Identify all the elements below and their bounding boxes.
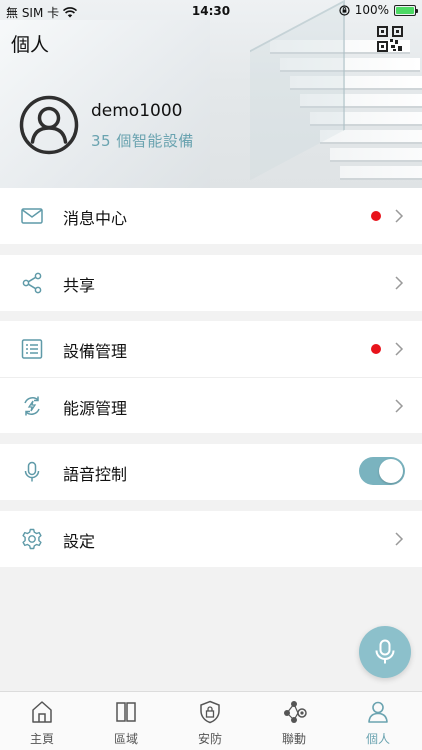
tab-personal[interactable]: 個人 [336,692,420,750]
menu-item-settings[interactable]: 設定 [0,511,422,567]
menu-item-device-management[interactable]: 設備管理 [0,321,422,377]
username: demo1000 [91,101,183,121]
battery-percent: 100% [354,3,389,17]
notification-badge [371,211,381,221]
chevron-right-icon [395,342,404,356]
tab-label: 區域 [113,732,138,746]
tab-label: 安防 [197,732,222,746]
tab-linkage[interactable]: 聯動 [252,692,336,750]
chevron-right-icon [395,532,404,546]
section-messages: 消息中心 [0,188,422,244]
list-icon [21,339,43,359]
orientation-lock-icon [339,4,350,16]
battery-icon [394,4,418,16]
section-voice: 語音控制 [0,444,422,500]
tab-label: 聯動 [281,732,306,746]
chevron-right-icon [395,399,404,413]
person-icon [368,701,388,723]
notification-badge [371,344,381,354]
section-settings: 設定 [0,511,422,567]
tab-label: 主頁 [29,732,54,746]
menu-item-share[interactable]: 共享 [0,255,422,311]
qr-code-icon[interactable] [377,26,403,52]
menu-item-label: 消息中心 [63,209,128,228]
security-shield-icon [200,700,220,724]
gear-icon [22,528,42,550]
section-management: 設備管理 能源管理 [0,321,422,433]
chevron-right-icon [395,276,404,290]
share-icon [22,272,42,294]
menu-item-voice-control: 語音控制 [0,444,422,500]
voice-control-toggle[interactable] [359,457,405,485]
tab-label: 個人 [365,732,390,746]
area-icon [116,702,136,722]
tab-bar: 主頁 區域 安防 聯動 個人 [0,691,422,750]
profile-header: 無 SIM 卡 14:30 100% 個人 demo1000 35 個智能設備 [0,0,422,188]
avatar[interactable] [19,95,79,155]
menu-item-message-center[interactable]: 消息中心 [0,188,422,244]
page-title: 個人 [11,34,50,56]
tab-area[interactable]: 區域 [84,692,168,750]
chevron-right-icon [395,209,404,223]
menu-item-label: 設備管理 [63,342,128,361]
mail-icon [21,208,43,224]
tab-security[interactable]: 安防 [168,692,252,750]
status-bar: 無 SIM 卡 14:30 100% [0,0,422,22]
energy-icon [24,396,40,416]
menu-item-label: 共享 [63,276,96,295]
voice-assistant-button[interactable] [359,626,411,678]
tab-home[interactable]: 主頁 [0,692,84,750]
microphone-icon [24,461,40,482]
menu-item-label: 設定 [63,532,96,551]
device-count[interactable]: 35 個智能設備 [91,130,194,151]
section-share: 共享 [0,255,422,311]
menu-item-label: 語音控制 [63,465,128,484]
menu-item-energy-management[interactable]: 能源管理 [0,377,422,433]
linkage-icon [284,701,307,723]
menu-item-label: 能源管理 [63,399,128,418]
home-icon [32,701,52,723]
microphone-icon [375,639,395,664]
